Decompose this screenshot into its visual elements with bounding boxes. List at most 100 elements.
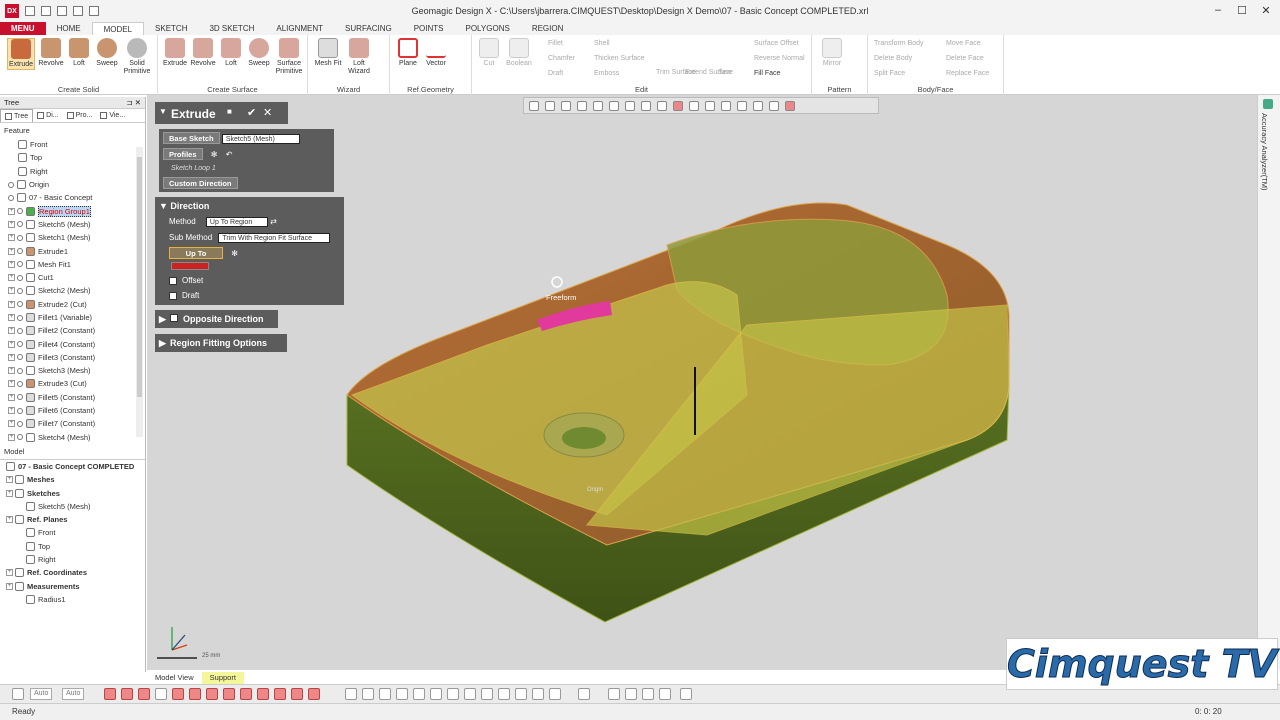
tab-tree[interactable]: Tree — [0, 109, 34, 122]
surface-extrude-button[interactable]: Extrude — [161, 38, 189, 68]
sew-button[interactable]: Sew — [718, 69, 732, 76]
tree-item-feature[interactable]: Right — [0, 165, 145, 178]
tab-alignment[interactable]: ALIGNMENT — [265, 22, 334, 35]
section-view-icon[interactable] — [657, 100, 667, 111]
opposite-direction-section[interactable]: ▶ Opposite Direction — [155, 310, 278, 328]
solid-loft-button[interactable]: Loft — [65, 38, 93, 68]
redo-icon[interactable] — [89, 6, 99, 16]
tab-3d-sketch[interactable]: 3D SKETCH — [198, 22, 265, 35]
tree-item-feature[interactable]: Front — [0, 138, 145, 151]
visibility-icon[interactable] — [17, 407, 23, 414]
measure-icon-5[interactable] — [680, 688, 692, 700]
select-none-icon[interactable] — [705, 100, 715, 111]
filter-icon-4[interactable] — [155, 688, 167, 700]
expand-icon[interactable]: + — [8, 407, 15, 415]
tree-item-feature[interactable]: + Region Group1 — [0, 204, 145, 217]
new-file-icon[interactable] — [25, 6, 35, 16]
filter-icon-2[interactable] — [121, 688, 133, 700]
reverse-normal-button[interactable]: Reverse Normal — [754, 55, 805, 62]
render-mode-icon[interactable] — [561, 100, 571, 111]
chamfer-button[interactable]: Chamfer — [548, 55, 575, 62]
tree-scrollbar[interactable] — [136, 147, 143, 437]
open-file-icon[interactable] — [41, 6, 51, 16]
offset-checkbox[interactable] — [169, 276, 177, 285]
view-icon-10[interactable] — [498, 688, 510, 700]
tree-item-feature[interactable]: 07 - Basic Concept — [0, 191, 145, 204]
surface-loft-button[interactable]: Loft — [217, 38, 245, 68]
view-front-icon[interactable] — [593, 100, 603, 111]
filter-icon-1[interactable] — [104, 688, 116, 700]
lock-icon[interactable]: ■ — [227, 107, 232, 116]
undo-icon[interactable] — [73, 6, 83, 16]
tree-item-feature[interactable]: Origin — [0, 178, 145, 191]
tree-item-model[interactable]: + Measurements — [0, 580, 145, 593]
up-to-settings-icon[interactable]: ✻ — [231, 249, 238, 258]
custom-direction-button[interactable]: Custom Direction — [163, 177, 238, 189]
panel-pin-icon[interactable]: ⊐ ✕ — [126, 97, 141, 109]
cut-button[interactable]: Cut — [475, 38, 503, 68]
expand-icon[interactable]: + — [8, 433, 15, 441]
vector-button[interactable]: Vector — [422, 38, 450, 68]
selection-mode-icon[interactable] — [12, 688, 24, 700]
draft-row[interactable]: Draft — [169, 291, 199, 300]
fillet-button[interactable]: Fillet — [548, 40, 563, 47]
view-icon-7[interactable] — [447, 688, 459, 700]
collapse-icon[interactable]: ▼ — [159, 107, 167, 116]
submethod-dropdown[interactable]: Trim With Region Fit Surface — [218, 233, 331, 243]
split-face-button[interactable]: Split Face — [874, 70, 905, 77]
window-select-icon[interactable] — [753, 100, 763, 111]
visibility-icon[interactable] — [17, 301, 23, 308]
selection-filter-icon[interactable] — [673, 100, 683, 111]
visibility-icon[interactable] — [8, 181, 14, 188]
profiles-button[interactable]: Profiles — [163, 148, 203, 160]
view-icon-14[interactable] — [578, 688, 590, 700]
delete-face-button[interactable]: Delete Face — [946, 55, 984, 62]
swap-direction-icon[interactable]: ⇄ — [270, 217, 277, 226]
expand-icon[interactable]: + — [8, 220, 15, 228]
scroll-thumb[interactable] — [137, 157, 142, 397]
visibility-icon[interactable] — [17, 380, 23, 387]
tree-item-feature[interactable]: + Fillet4 (Constant) — [0, 337, 145, 350]
lasso-icon[interactable] — [721, 100, 731, 111]
tree-item-model[interactable]: + Sketches — [0, 486, 145, 499]
tree-item-model[interactable]: + Ref. Planes — [0, 513, 145, 526]
view-icon-3[interactable] — [379, 688, 391, 700]
emboss-button[interactable]: Emboss — [594, 70, 619, 77]
opposite-direction-checkbox[interactable] — [170, 314, 178, 322]
opposite-expand-icon[interactable]: ▶ — [159, 314, 166, 325]
accuracy-analyzer-tab[interactable]: Accuracy Analyzer(TM) — [1257, 95, 1280, 670]
tree-item-feature[interactable]: + Sketch5 (Mesh) — [0, 218, 145, 231]
tree-item-feature[interactable]: + Fillet3 (Constant) — [0, 351, 145, 364]
transform-body-button[interactable]: Transform Body — [874, 40, 924, 47]
visibility-icon[interactable] — [17, 234, 23, 241]
tree-item-model[interactable]: + Meshes — [0, 473, 145, 486]
method-dropdown[interactable]: Up To Region — [205, 217, 268, 227]
solid-extrude-button[interactable]: Extrude — [7, 38, 35, 70]
up-to-selection-field[interactable] — [171, 262, 209, 270]
view-icon-1[interactable] — [345, 688, 357, 700]
filter-icon-9[interactable] — [240, 688, 252, 700]
filter-icon-5[interactable] — [172, 688, 184, 700]
surface-revolve-button[interactable]: Revolve — [189, 38, 217, 68]
filter-icon-12[interactable] — [291, 688, 303, 700]
tab-properties[interactable]: Pro... — [63, 109, 97, 122]
tree-item-feature[interactable]: + Extrude2 (Cut) — [0, 298, 145, 311]
region-fitting-section[interactable]: ▶ Region Fitting Options — [155, 334, 287, 352]
tab-polygons[interactable]: POLYGONS — [455, 22, 521, 35]
shell-button[interactable]: Shell — [594, 40, 610, 47]
solid-primitive-button[interactable]: Solid Primitive — [121, 38, 153, 76]
thicken-surface-button[interactable]: Thicken Surface — [594, 55, 645, 62]
expand-icon[interactable]: + — [8, 247, 15, 255]
measure-icon-3[interactable] — [642, 688, 654, 700]
visibility-icon[interactable] — [17, 327, 23, 334]
visibility-icon[interactable] — [17, 354, 23, 361]
view-icon-11[interactable] — [515, 688, 527, 700]
view-icon-9[interactable] — [481, 688, 493, 700]
mirror-button[interactable]: Mirror — [818, 38, 846, 68]
display-mode-icon[interactable] — [577, 100, 587, 111]
tree-item-feature[interactable]: + Sketch1 (Mesh) — [0, 231, 145, 244]
surface-offset-button[interactable]: Surface Offset — [754, 40, 799, 47]
select-all-icon[interactable] — [689, 100, 699, 111]
view-top-icon[interactable] — [625, 100, 635, 111]
tree-item-model[interactable]: Sketch5 (Mesh) — [0, 500, 145, 513]
